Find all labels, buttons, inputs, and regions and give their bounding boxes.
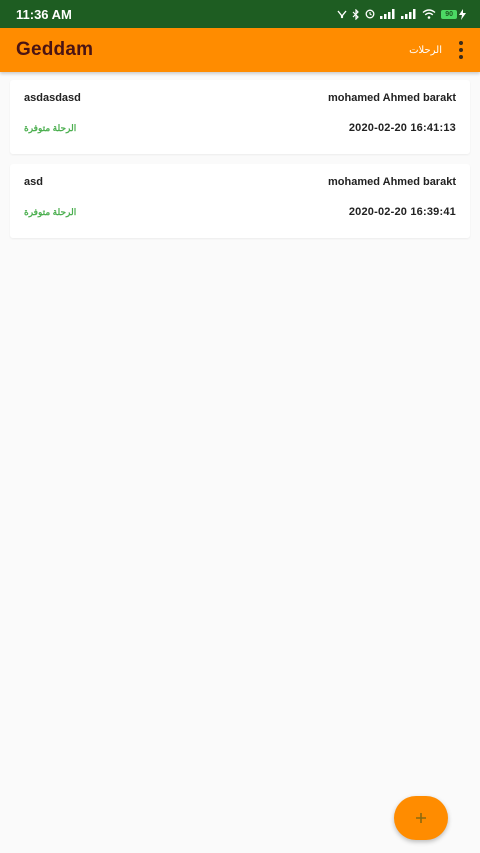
status-time: 11:36 AM	[16, 6, 72, 22]
plus-icon	[416, 813, 426, 823]
bluetooth-icon	[352, 8, 360, 20]
app-actions: الرحلات	[409, 39, 466, 61]
battery-level: 90	[441, 9, 457, 19]
kebab-dot-icon	[459, 41, 463, 45]
status-bar: 11:36 AM 90	[0, 0, 480, 28]
trip-date: 2020-02-20 16:41:13	[348, 122, 456, 134]
status-icons: 90	[337, 8, 466, 20]
trips-menu-button[interactable]: الرحلات	[409, 45, 442, 56]
charging-icon	[459, 8, 466, 20]
alarm-icon	[365, 9, 375, 19]
trip-status: الرحلة متوفرة	[24, 206, 77, 217]
overflow-menu-button[interactable]	[456, 39, 466, 61]
signal-icon-2	[401, 9, 416, 19]
trip-date: 2020-02-20 16:39:41	[348, 206, 456, 218]
usb-icon	[337, 10, 347, 19]
app-bar: Geddam الرحلات	[0, 28, 480, 72]
battery-indicator: 90	[441, 8, 466, 20]
driver-name: mohamed Ahmed barakt	[328, 92, 456, 104]
add-trip-fab[interactable]	[394, 796, 448, 840]
driver-name: mohamed Ahmed barakt	[328, 176, 456, 188]
app-title: Geddam	[16, 39, 94, 60]
signal-icon	[380, 9, 395, 19]
trip-card[interactable]: asd mohamed Ahmed barakt الرحلة متوفرة 2…	[10, 164, 470, 238]
kebab-dot-icon	[459, 55, 463, 59]
trip-name: asdasdasd	[24, 92, 81, 104]
trip-name: asd	[24, 176, 43, 188]
wifi-icon	[422, 9, 436, 19]
trip-status: الرحلة متوفرة	[24, 122, 77, 133]
kebab-dot-icon	[459, 48, 463, 52]
trip-card[interactable]: asdasdasd mohamed Ahmed barakt الرحلة مت…	[10, 80, 470, 154]
trip-list: asdasdasd mohamed Ahmed barakt الرحلة مت…	[0, 72, 480, 238]
